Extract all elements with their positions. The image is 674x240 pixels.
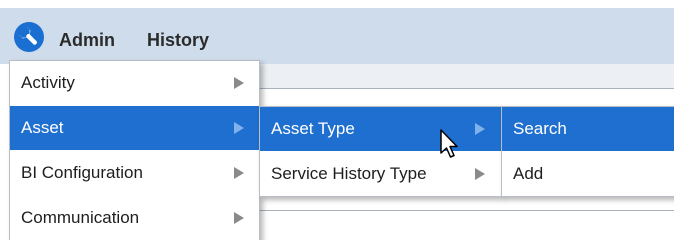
chevron-right-icon	[234, 167, 244, 179]
chevron-right-icon	[475, 168, 485, 180]
menu-item-service-history-type[interactable]: Service History Type	[260, 152, 501, 196]
wrench-icon[interactable]	[14, 22, 44, 52]
asset-submenu: Asset Type Service History Type	[259, 106, 502, 197]
menu-item-label: Asset	[21, 118, 64, 137]
menu-item-label: Add	[513, 164, 544, 183]
menu-item-label: Communication	[21, 208, 140, 227]
page-toolbar-strip	[255, 64, 674, 88]
menu-item-label: Activity	[21, 73, 75, 92]
page-divider	[255, 210, 674, 211]
menu-item-communication[interactable]: Communication	[10, 196, 259, 240]
menu-item-bi-configuration[interactable]: BI Configuration	[10, 151, 259, 195]
top-navigation-bar: Admin History	[0, 8, 674, 64]
menu-item-label: Service History Type	[271, 164, 427, 183]
chevron-right-icon	[234, 77, 244, 89]
menu-item-label: Search	[513, 119, 567, 138]
menu-item-search[interactable]: Search	[502, 107, 674, 151]
menu-item-asset[interactable]: Asset	[10, 106, 259, 150]
menu-item-label: Asset Type	[271, 119, 355, 138]
asset-type-submenu: Search Add	[501, 106, 674, 197]
app-window: Admin History Activity Asset BI Configur…	[0, 0, 674, 240]
menu-item-label: BI Configuration	[21, 163, 143, 182]
chevron-right-icon	[475, 123, 485, 135]
mouse-pointer-icon	[440, 129, 458, 158]
page-divider	[255, 88, 674, 89]
menu-item-asset-type[interactable]: Asset Type	[260, 107, 501, 151]
history-menu[interactable]: History	[147, 30, 209, 50]
menu-item-activity[interactable]: Activity	[10, 61, 259, 105]
admin-menu[interactable]: Admin	[59, 30, 115, 50]
admin-dropdown: Activity Asset BI Configuration Communic…	[9, 60, 260, 240]
chevron-right-icon	[234, 212, 244, 224]
menu-item-add[interactable]: Add	[502, 152, 674, 196]
chevron-right-icon	[234, 122, 244, 134]
